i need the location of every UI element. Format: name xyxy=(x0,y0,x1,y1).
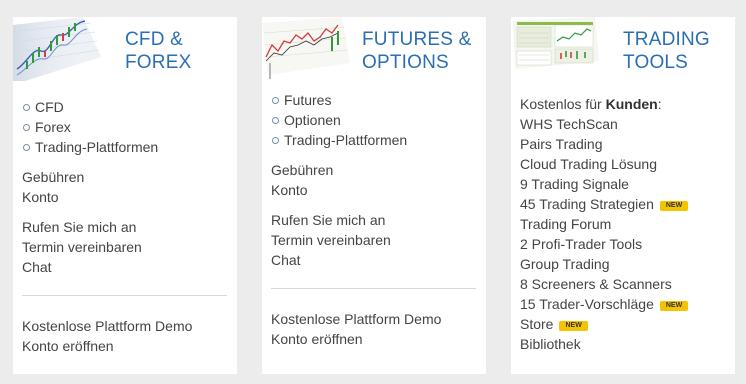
bullet-item-futures[interactable]: Futures xyxy=(271,90,476,110)
tool-link[interactable]: 8 Screeners & Scanners xyxy=(520,274,729,294)
card-title-line1[interactable]: FUTURES & xyxy=(362,28,471,51)
link-termin-vereinbaren[interactable]: Termin vereinbaren xyxy=(271,230,476,250)
tool-link[interactable]: Store NEW xyxy=(520,314,729,334)
intro-prefix: Kostenlos für xyxy=(520,96,606,112)
tool-link[interactable]: Cloud Trading Lösung xyxy=(520,154,729,174)
divider xyxy=(271,288,476,289)
card-title-line1[interactable]: CFD & xyxy=(125,28,191,51)
link-chat[interactable]: Chat xyxy=(271,250,476,270)
link-konto[interactable]: Konto xyxy=(22,187,227,207)
tool-link[interactable]: Trading Forum xyxy=(520,214,729,234)
bullet-item-trading-plattformen[interactable]: Trading-Plattformen xyxy=(22,137,227,157)
link-gebuehren[interactable]: Gebühren xyxy=(22,167,227,187)
tool-link[interactable]: 45 Trading Strategien NEW xyxy=(520,194,729,214)
bullet-label[interactable]: Futures xyxy=(284,90,331,110)
card-title-line2[interactable]: TOOLS xyxy=(623,51,710,74)
tool-link[interactable]: Pairs Trading xyxy=(520,134,729,154)
price-chart-thumbnail[interactable] xyxy=(262,17,352,81)
bullet-icon xyxy=(272,116,279,124)
card-cfd-forex: CFD & FOREX CFD Forex Trading-Plattforme… xyxy=(13,17,237,374)
link-group-account: Gebühren Konto xyxy=(22,167,227,207)
tool-label[interactable]: Cloud Trading Lösung xyxy=(520,156,657,172)
trading-tools-thumbnail[interactable] xyxy=(511,17,601,81)
tool-link[interactable]: Bibliothek xyxy=(520,334,729,354)
bullet-label[interactable]: Forex xyxy=(35,117,71,137)
new-badge: NEW xyxy=(559,321,588,331)
tool-label[interactable]: 45 Trading Strategien xyxy=(520,196,654,212)
bullet-item-optionen[interactable]: Optionen xyxy=(271,110,476,130)
card-trading-tools: TRADING TOOLS Kostenlos für Kunden: WHS … xyxy=(511,17,735,374)
intro-suffix: : xyxy=(657,96,662,112)
card-title[interactable]: FUTURES & OPTIONS xyxy=(362,28,471,74)
new-badge: NEW xyxy=(659,201,689,211)
bullet-icon xyxy=(272,136,279,144)
tool-label[interactable]: 15 Trader-Vorschläge xyxy=(520,296,654,312)
tool-label[interactable]: Store xyxy=(520,316,553,332)
tool-label[interactable]: Bibliothek xyxy=(520,336,581,352)
card-body: Kostenlos für Kunden: WHS TechScan Pairs … xyxy=(520,94,729,354)
link-konto-eroeffnen[interactable]: Konto eröffnen xyxy=(22,336,227,356)
bullet-icon xyxy=(272,96,279,104)
link-rufen-sie-mich-an[interactable]: Rufen Sie mich an xyxy=(22,217,227,237)
tool-link[interactable]: 15 Trader-Vorschläge NEW xyxy=(520,294,729,314)
bullet-label[interactable]: Trading-Plattformen xyxy=(284,130,407,150)
link-gebuehren[interactable]: Gebühren xyxy=(271,160,476,180)
bullet-icon xyxy=(23,143,30,151)
tools-intro: Kostenlos für Kunden: xyxy=(520,94,729,114)
link-plattform-demo[interactable]: Kostenlose Plattform Demo xyxy=(271,309,476,329)
bullet-item-cfd[interactable]: CFD xyxy=(22,97,227,117)
link-group-contact: Rufen Sie mich an Termin vereinbaren Cha… xyxy=(271,210,476,270)
link-group-contact: Rufen Sie mich an Termin vereinbaren Cha… xyxy=(22,217,227,277)
link-group-demo: Kostenlose Plattform Demo Konto eröffnen xyxy=(22,316,227,356)
tools-list: WHS TechScan Pairs Trading Cloud Trading L… xyxy=(520,114,729,354)
bullet-label[interactable]: Trading-Plattformen xyxy=(35,137,158,157)
intro-bold: Kunden xyxy=(605,96,658,112)
card-body: CFD Forex Trading-Plattformen Gebühren K… xyxy=(22,97,227,356)
link-termin-vereinbaren[interactable]: Termin vereinbaren xyxy=(22,237,227,257)
new-badge: NEW xyxy=(659,301,689,311)
tool-label[interactable]: 2 Profi-Trader Tools xyxy=(520,236,642,252)
tool-label[interactable]: Pairs Trading xyxy=(520,136,602,152)
tool-label[interactable]: 8 Screeners & Scanners xyxy=(520,276,672,292)
link-konto[interactable]: Konto xyxy=(271,180,476,200)
card-futures-options: FUTURES & OPTIONS Futures Optionen Tradi… xyxy=(262,17,486,374)
tool-label[interactable]: Group Trading xyxy=(520,256,610,272)
tool-label[interactable]: WHS TechScan xyxy=(520,116,618,132)
link-group-account: Gebühren Konto xyxy=(271,160,476,200)
card-title-line2[interactable]: OPTIONS xyxy=(362,51,471,74)
tool-label[interactable]: Trading Forum xyxy=(520,216,611,232)
card-title-line1[interactable]: TRADING xyxy=(623,28,710,51)
bullet-list: Futures Optionen Trading-Plattformen xyxy=(271,90,476,150)
bullet-item-trading-plattformen[interactable]: Trading-Plattformen xyxy=(271,130,476,150)
bullet-label[interactable]: Optionen xyxy=(284,110,341,130)
tool-link[interactable]: WHS TechScan xyxy=(520,114,729,134)
card-title[interactable]: TRADING TOOLS xyxy=(623,28,710,74)
link-chat[interactable]: Chat xyxy=(22,257,227,277)
tool-label[interactable]: 9 Trading Signale xyxy=(520,176,629,192)
bullet-list: CFD Forex Trading-Plattformen xyxy=(22,97,227,157)
card-title-line2[interactable]: FOREX xyxy=(125,51,191,74)
divider xyxy=(22,295,227,296)
card-body: Futures Optionen Trading-Plattformen Geb… xyxy=(271,90,476,349)
link-group-demo: Kostenlose Plattform Demo Konto eröffnen xyxy=(271,309,476,349)
tool-link[interactable]: 9 Trading Signale xyxy=(520,174,729,194)
bullet-icon xyxy=(23,123,30,131)
bullet-item-forex[interactable]: Forex xyxy=(22,117,227,137)
bullet-icon xyxy=(23,103,30,111)
tool-link[interactable]: 2 Profi-Trader Tools xyxy=(520,234,729,254)
link-konto-eroeffnen[interactable]: Konto eröffnen xyxy=(271,329,476,349)
link-rufen-sie-mich-an[interactable]: Rufen Sie mich an xyxy=(271,210,476,230)
bullet-label[interactable]: CFD xyxy=(35,97,64,117)
candlestick-chart-thumbnail[interactable] xyxy=(13,17,103,81)
tool-link[interactable]: Group Trading xyxy=(520,254,729,274)
link-plattform-demo[interactable]: Kostenlose Plattform Demo xyxy=(22,316,227,336)
card-title[interactable]: CFD & FOREX xyxy=(125,28,191,74)
